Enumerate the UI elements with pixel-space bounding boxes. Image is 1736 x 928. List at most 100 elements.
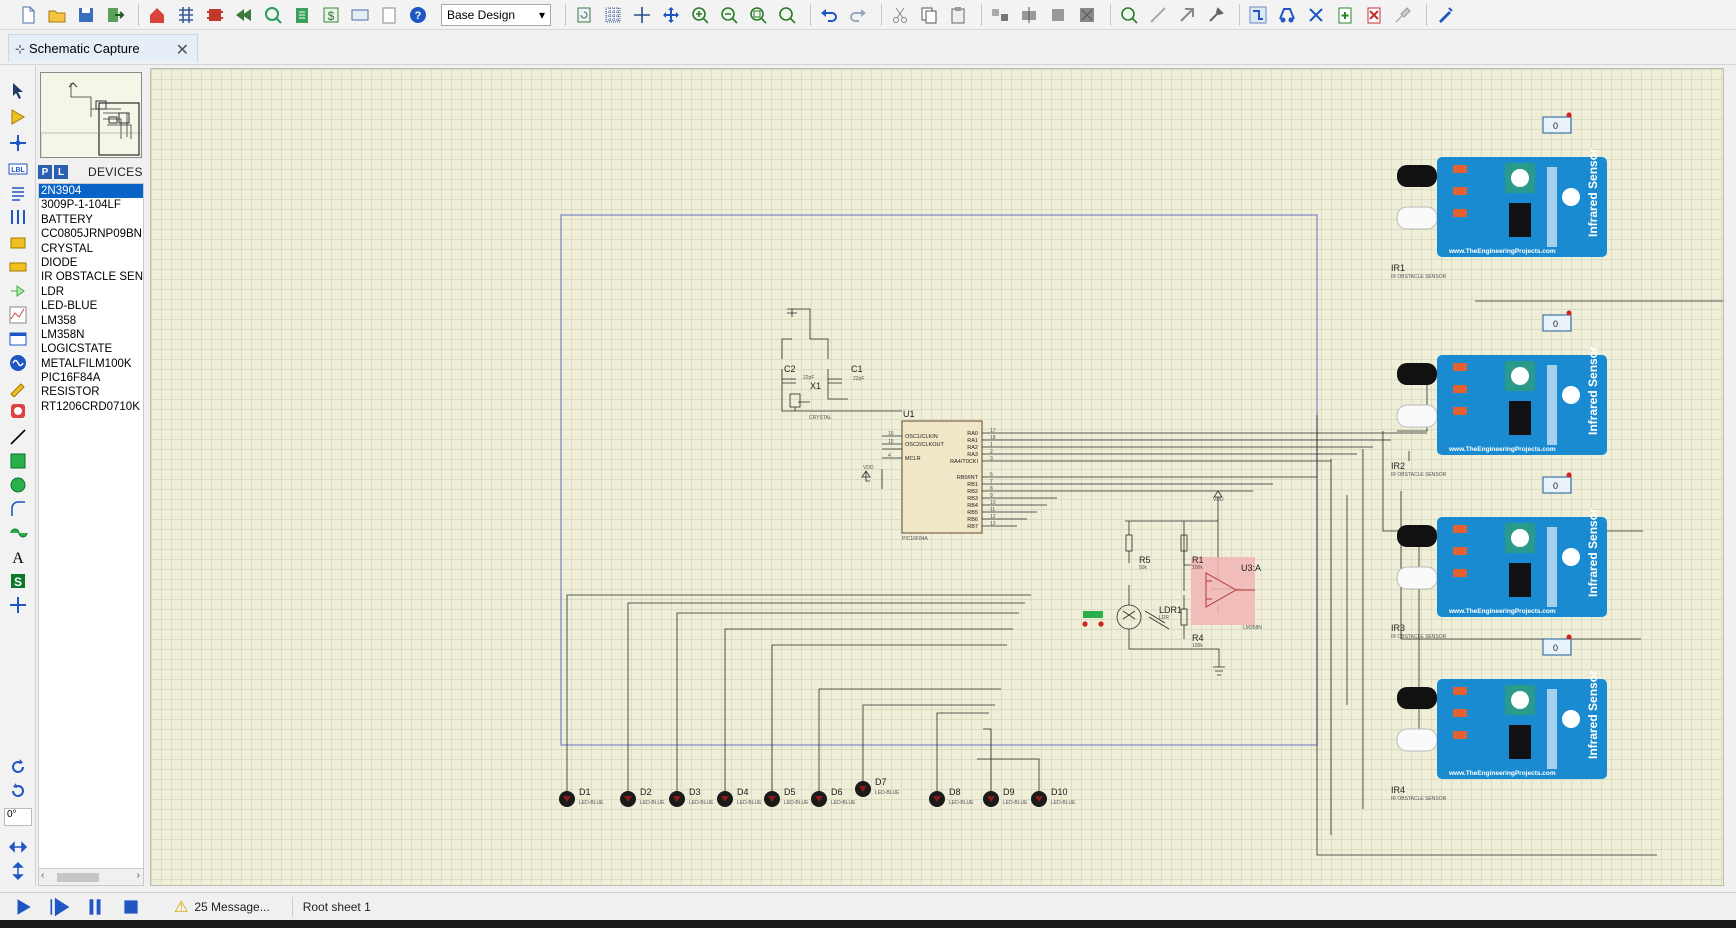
virtual-instruments-icon[interactable]: [6, 400, 30, 422]
buses-icon[interactable]: [6, 206, 30, 228]
device-list-item[interactable]: CRYSTAL: [39, 242, 143, 256]
arc-tool-icon[interactable]: [6, 498, 30, 520]
zoom-icon[interactable]: [1391, 3, 1415, 27]
redo-icon[interactable]: [846, 3, 870, 27]
search-tag-icon[interactable]: [1275, 3, 1299, 27]
text-tool-icon[interactable]: A: [6, 546, 30, 568]
generator-icon[interactable]: [6, 352, 30, 374]
cut-icon[interactable]: [888, 3, 912, 27]
notes-icon[interactable]: [377, 3, 401, 27]
marker-tool-icon[interactable]: [6, 594, 30, 616]
netlist-icon[interactable]: [1433, 3, 1457, 27]
mirror-x-icon[interactable]: [6, 836, 30, 858]
block-rotate-icon[interactable]: [1046, 3, 1070, 27]
text-script-icon[interactable]: [6, 182, 30, 204]
schematic-canvas[interactable]: C2 22pF C1 22pF X1 CRYSTAL U1 PIC16F84A …: [150, 68, 1724, 886]
mirror-y-icon[interactable]: [6, 860, 30, 882]
undo-icon[interactable]: [817, 3, 841, 27]
zoom-area-icon[interactable]: [775, 3, 799, 27]
step-icon[interactable]: [46, 895, 72, 919]
schematic-icon[interactable]: [174, 3, 198, 27]
import-icon[interactable]: [103, 3, 127, 27]
zoom-out-icon[interactable]: [717, 3, 741, 27]
device-list-item[interactable]: LM358N: [39, 328, 143, 342]
new-icon[interactable]: [16, 3, 40, 27]
pick-devices-button[interactable]: P: [38, 165, 52, 179]
property-tool-icon[interactable]: [1304, 3, 1328, 27]
paste-icon[interactable]: [946, 3, 970, 27]
wire-autorouter-icon[interactable]: [1246, 3, 1270, 27]
device-list-item[interactable]: CC0805JRNP09BN: [39, 227, 143, 241]
box-tool-icon[interactable]: [6, 450, 30, 472]
vsm-icon[interactable]: [348, 3, 372, 27]
scroll-left-icon[interactable]: ‹: [41, 870, 44, 881]
save-icon[interactable]: [74, 3, 98, 27]
rotate-anticlockwise-icon[interactable]: [6, 780, 30, 802]
refresh-icon[interactable]: [572, 3, 596, 27]
junction-dot-icon[interactable]: [6, 132, 30, 154]
pause-icon[interactable]: [82, 895, 108, 919]
decompose-icon[interactable]: [1204, 3, 1228, 27]
device-list-item[interactable]: 2N3904: [39, 184, 143, 199]
voltage-probe-icon[interactable]: [6, 376, 30, 398]
line-tool-icon[interactable]: [6, 426, 30, 448]
device-list-item[interactable]: RT1206CRD0710K: [39, 400, 143, 414]
block-copy-icon[interactable]: [988, 3, 1012, 27]
symbol-tool-icon[interactable]: S: [6, 570, 30, 592]
wire-label-icon[interactable]: LBL: [6, 158, 30, 180]
device-list-item[interactable]: LDR: [39, 285, 143, 299]
messages-indicator[interactable]: ⚠ 25 Message...: [174, 897, 270, 917]
scroll-right-icon[interactable]: ›: [137, 870, 140, 881]
close-icon[interactable]: ✕: [176, 40, 189, 60]
device-list-scrollbar[interactable]: ‹ ›: [38, 868, 144, 886]
rotate-clockwise-icon[interactable]: [6, 756, 30, 778]
packaging-icon[interactable]: [1175, 3, 1199, 27]
zoom-in-icon[interactable]: [688, 3, 712, 27]
pan-icon[interactable]: [659, 3, 683, 27]
pcb-icon[interactable]: [203, 3, 227, 27]
make-device-icon[interactable]: [1146, 3, 1170, 27]
device-list-item[interactable]: BATTERY: [39, 213, 143, 227]
graph-icon[interactable]: [6, 304, 30, 326]
terminals-icon[interactable]: [6, 256, 30, 278]
circle-tool-icon[interactable]: [6, 474, 30, 496]
new-sheet-icon[interactable]: [1333, 3, 1357, 27]
zoom-all-icon[interactable]: [746, 3, 770, 27]
libraries-button[interactable]: L: [54, 165, 68, 179]
subcircuit-icon[interactable]: [6, 232, 30, 254]
dollar-icon[interactable]: $: [319, 3, 343, 27]
block-move-icon[interactable]: [1017, 3, 1041, 27]
gerber-icon[interactable]: [232, 3, 256, 27]
tab-schematic-capture[interactable]: ⊹ Schematic Capture ✕: [8, 34, 198, 62]
scrollbar-thumb[interactable]: [57, 873, 99, 882]
bom-icon[interactable]: [290, 3, 314, 27]
overview-window[interactable]: [40, 72, 142, 158]
rotation-angle-field[interactable]: 0°: [4, 808, 32, 826]
device-pins-icon[interactable]: [6, 280, 30, 302]
pick-device-icon[interactable]: [1117, 3, 1141, 27]
help-icon[interactable]: ?: [406, 3, 430, 27]
design-variant-select[interactable]: Base Design ▾: [441, 3, 551, 26]
home-icon[interactable]: [145, 3, 169, 27]
device-list-item[interactable]: IR OBSTACLE SEN: [39, 270, 143, 284]
device-list-item[interactable]: RESISTOR: [39, 385, 143, 399]
search-icon[interactable]: [261, 3, 285, 27]
origin-icon[interactable]: [630, 3, 654, 27]
device-list-item[interactable]: PIC16F84A: [39, 371, 143, 385]
selection-mode-icon[interactable]: [6, 80, 30, 102]
copy-icon[interactable]: [917, 3, 941, 27]
device-list-item[interactable]: DIODE: [39, 256, 143, 270]
device-list-item[interactable]: 3009P-1-104LF: [39, 198, 143, 212]
grid-icon[interactable]: [601, 3, 625, 27]
remove-sheet-icon[interactable]: [1362, 3, 1386, 27]
device-list-item[interactable]: LED-BLUE: [39, 299, 143, 313]
block-delete-icon[interactable]: [1075, 3, 1099, 27]
component-mode-icon[interactable]: [6, 106, 30, 128]
device-list-item[interactable]: LOGICSTATE: [39, 342, 143, 356]
open-icon[interactable]: [45, 3, 69, 27]
stop-icon[interactable]: [118, 895, 144, 919]
device-list-item[interactable]: METALFILM100K: [39, 357, 143, 371]
path-tool-icon[interactable]: [6, 522, 30, 544]
device-list-item[interactable]: LM358: [39, 314, 143, 328]
play-icon[interactable]: [10, 895, 36, 919]
